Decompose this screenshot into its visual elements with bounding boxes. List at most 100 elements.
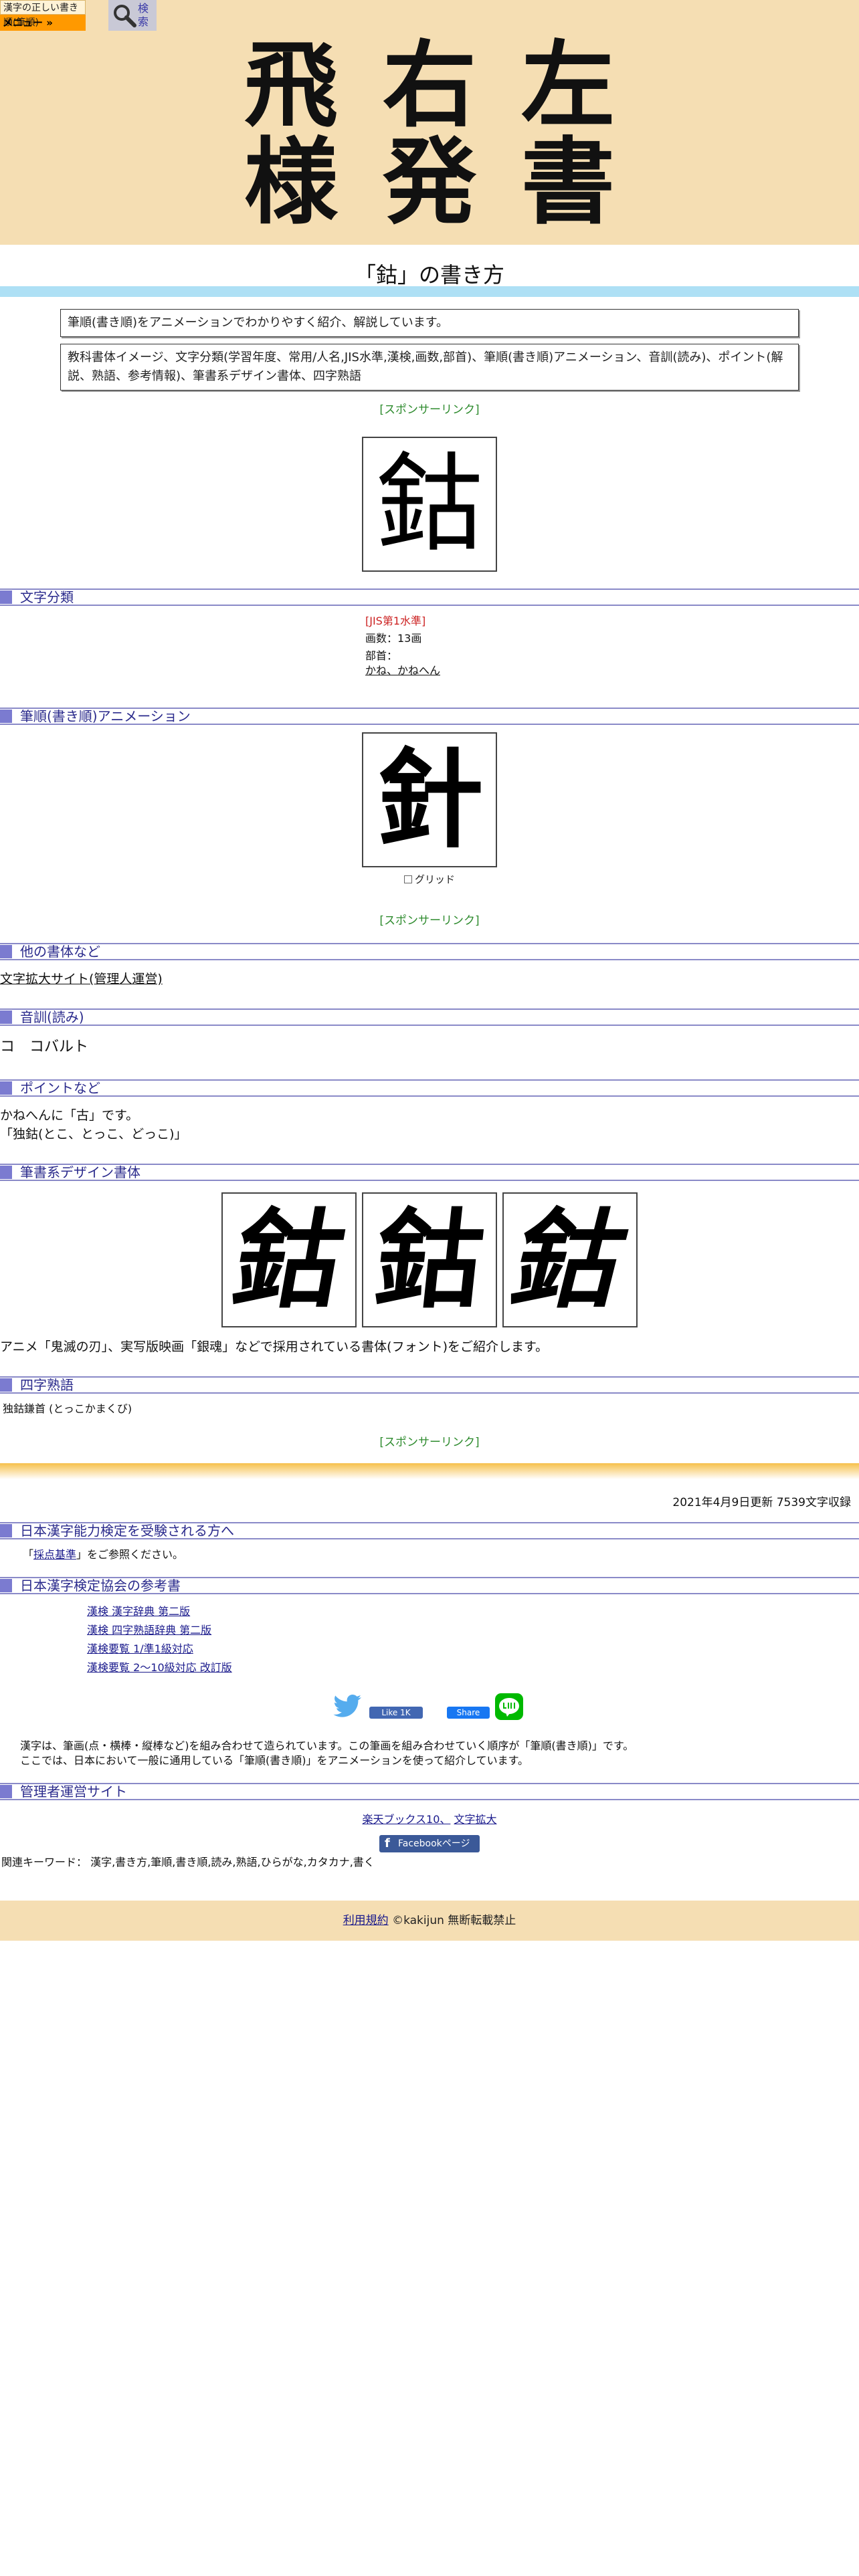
section-title: 他の書体など [20, 944, 100, 960]
content-divider [0, 1463, 859, 1479]
facebook-share-button[interactable]: Share [447, 1707, 490, 1719]
search-icon [114, 5, 136, 27]
brush-font-sample: 鈷 [500, 1192, 640, 1327]
section-readings: 音訓(読み) [0, 1008, 859, 1026]
section-title: 日本漢字検定協会の参考書 [20, 1578, 181, 1594]
search-button[interactable]: 検索 [108, 0, 157, 31]
sponsor-link[interactable]: [スポンサーリンク] [0, 911, 859, 928]
sponsor-link[interactable]: [スポンサーリンク] [0, 400, 859, 417]
section-kanken-exam: 日本漢字能力検定を受験される方へ [0, 1522, 859, 1539]
section-title: 日本漢字能力検定を受験される方へ [20, 1523, 234, 1539]
kanji-image: 鈷 [362, 437, 497, 572]
brush-kanji: 鈷 [369, 1197, 490, 1323]
section-title: 音訓(読み) [20, 1009, 84, 1025]
site-menu-badge[interactable]: 漢字の正しい書き順(筆順) メニュー » [0, 0, 86, 31]
section-title: 文字分類 [20, 589, 74, 605]
logo-char: 左 [520, 31, 615, 140]
logo-char: 様 [244, 128, 338, 237]
facebook-like-button[interactable]: Like 1K [369, 1707, 423, 1719]
section-marker [0, 1081, 12, 1095]
brush-fonts-note: アニメ「鬼滅の刃」、実写版映画「銀魂」などで採用されている書体(フォント)をご紹… [0, 1339, 549, 1354]
about-line: 漢字は、筆画(点・横棒・縦棒など)を組み合わせて造られています。この筆画を組み合… [20, 1739, 634, 1752]
kanken-exam-note: 「採点基準」をご参照ください。 [23, 1547, 183, 1562]
menu-button[interactable]: メニュー » [0, 15, 86, 31]
rakuten-books-link[interactable]: 楽天ブックス10、 [363, 1813, 451, 1826]
section-animation: 筆順(書き順)アニメーション [0, 708, 859, 725]
kanken-book-link[interactable]: 漢検 漢字辞典 第二版 [87, 1602, 232, 1621]
kanken-book-link[interactable]: 漢検 四字熟語辞典 第二版 [87, 1621, 232, 1640]
search-label: 検索 [138, 2, 149, 28]
grid-checkbox[interactable] [404, 875, 412, 883]
copyright: ©kakijun 無断転載禁止 [392, 1914, 516, 1927]
logo-char: 発 [382, 128, 476, 237]
radical-link[interactable]: かね、かねへん [365, 663, 440, 678]
grid-label: グリッド [415, 873, 456, 885]
facebook-icon: f [385, 1836, 390, 1850]
title-rule [0, 286, 859, 297]
animation-kanji: 針 [375, 737, 483, 863]
section-marker [0, 1785, 12, 1798]
section-classification: 文字分類 [0, 588, 859, 606]
update-info: 2021年4月9日更新 7539文字収録 [672, 1496, 851, 1509]
section-kanken-books: 日本漢字検定協会の参考書 [0, 1577, 859, 1594]
logo-char: 飛 [244, 31, 338, 140]
related-keywords: 関連キーワード： 漢字,書き方,筆順,書き順,読み,熟語,ひらがな,カタカナ,書… [1, 1856, 375, 1868]
points-line: 「独鈷(とこ、とっこ、どっこ)」 [0, 1127, 187, 1142]
line-icon[interactable] [495, 1693, 523, 1720]
section-marker [0, 591, 12, 604]
kanken-book-link[interactable]: 漢検要覧 2～10級対応 改訂版 [87, 1658, 232, 1677]
section-marker [0, 1524, 12, 1537]
section-brush-fonts: 筆書系デザイン書体 [0, 1164, 859, 1181]
site-header: 漢字の正しい書き順(筆順) メニュー » 検索 飛 右 左 様 発 書 [0, 0, 859, 245]
terms-link[interactable]: 利用規約 [343, 1914, 389, 1927]
section-marker [0, 1166, 12, 1179]
brush-kanji: 鈷 [224, 1197, 354, 1323]
brush-font-sample: 鈷 [362, 1192, 497, 1327]
brush-kanji: 鈷 [500, 1197, 640, 1323]
main-kanji: 鈷 [375, 441, 483, 566]
grid-toggle[interactable]: グリッド [404, 872, 455, 886]
stroke-animation[interactable]: 針 [362, 732, 497, 867]
section-marker [0, 710, 12, 723]
section-points: ポイントなど [0, 1079, 859, 1097]
brush-font-sample: 鈷 [221, 1192, 357, 1327]
page-title: 「鈷」の書き方 [354, 262, 504, 288]
zoom-site-link[interactable]: 文字拡大サイト(管理人運営) [0, 970, 163, 988]
kanken-exam-suffix: 」をご参照ください。 [76, 1548, 184, 1561]
yoji-item: 独鈷鎌首 (とっこかまくび) [3, 1402, 132, 1415]
logo-char: 右 [382, 31, 476, 140]
social-share-bar: Like 1K Share [0, 1692, 859, 1721]
scoring-criteria-link[interactable]: 採点基準 [33, 1548, 76, 1561]
sponsor-link[interactable]: [スポンサーリンク] [0, 1432, 859, 1449]
section-title: 筆書系デザイン書体 [20, 1164, 140, 1180]
section-yoji: 四字熟語 [0, 1376, 859, 1394]
kanken-exam-prefix: 「 [23, 1548, 34, 1561]
section-marker [0, 1378, 12, 1392]
radical-label: 部首： [365, 649, 398, 662]
twitter-icon[interactable] [333, 1695, 363, 1719]
site-footer: 利用規約 ©kakijun 無断転載禁止 [0, 1901, 859, 1941]
about-line: ここでは、日本において一般に通用している「筆順(書き順)」をアニメーションを使っ… [20, 1754, 529, 1767]
section-marker [0, 1010, 12, 1024]
site-logo[interactable]: 飛 右 左 様 発 書 [227, 37, 632, 231]
kanken-book-link[interactable]: 漢検要覧 1/準1級対応 [87, 1640, 232, 1658]
contents-note: 教科書体イメージ、文字分類(学習年度、常用/人名,JIS水準,漢検,画数,部首)… [60, 344, 799, 391]
section-title: ポイントなど [20, 1080, 100, 1096]
stroke-count: 画数：13画 [365, 632, 422, 645]
intro-note: 筆順(書き順)をアニメーションでわかりやすく紹介、解説しています。 [60, 309, 799, 337]
section-admin-sites: 管理者運営サイト [0, 1783, 859, 1800]
section-marker [0, 945, 12, 958]
jis-level: [JIS第1水準] [365, 615, 426, 627]
section-title: 管理者運営サイト [20, 1784, 127, 1800]
facebook-page-button[interactable]: f Facebookページ [379, 1835, 480, 1852]
readings-text: コ コバルト [0, 1039, 89, 1055]
kanken-book-list: 漢検 漢字辞典 第二版 漢検 四字熟語辞典 第二版 漢検要覧 1/準1級対応 漢… [87, 1602, 232, 1677]
points-line: かねへんに「古」です。 [0, 1108, 139, 1123]
site-badge-title: 漢字の正しい書き順(筆順) [0, 0, 86, 28]
section-title: 四字熟語 [20, 1377, 74, 1393]
admin-site-links: 楽天ブックス10、 文字拡大 [0, 1812, 859, 1827]
section-marker [0, 1579, 12, 1592]
logo-char: 書 [520, 128, 615, 237]
zoom-site-link[interactable]: 文字拡大 [454, 1813, 496, 1826]
section-other-fonts: 他の書体など [0, 943, 859, 960]
